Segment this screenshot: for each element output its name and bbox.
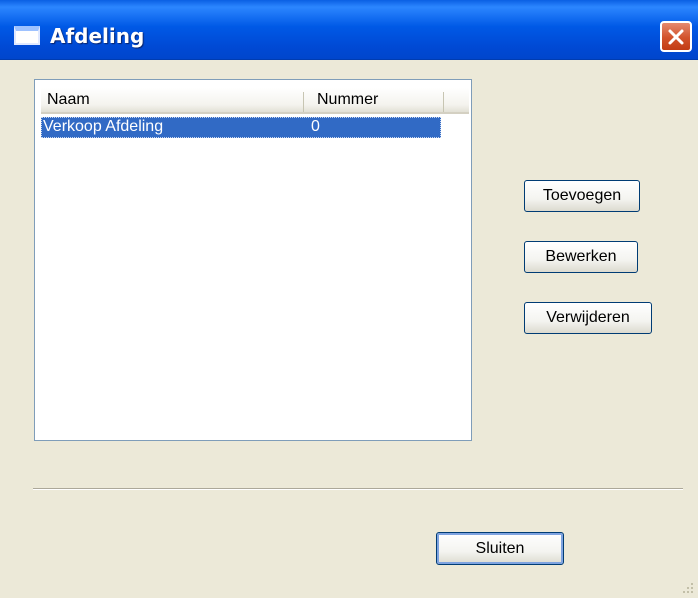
window-icon — [14, 26, 40, 45]
column-divider[interactable] — [303, 92, 304, 112]
close-button[interactable]: Sluiten — [436, 532, 564, 565]
cell-naam: Verkoop Afdeling — [43, 118, 164, 135]
department-list[interactable]: Naam Nummer Verkoop Afdeling 0 — [34, 79, 472, 441]
column-divider[interactable] — [443, 92, 444, 112]
column-header-nummer[interactable]: Nummer — [317, 91, 378, 109]
list-header: Naam Nummer — [41, 88, 469, 114]
delete-button[interactable]: Verwijderen — [524, 302, 652, 334]
list-row[interactable]: Verkoop Afdeling 0 — [41, 117, 441, 138]
window-title: Afdeling — [50, 24, 145, 48]
separator — [33, 488, 683, 490]
add-button[interactable]: Toevoegen — [524, 180, 640, 212]
edit-button[interactable]: Bewerken — [524, 241, 638, 273]
cell-nummer: 0 — [311, 118, 320, 135]
resize-grip-icon[interactable] — [680, 580, 694, 594]
column-header-naam[interactable]: Naam — [47, 91, 90, 109]
title-bar[interactable]: Afdeling — [0, 0, 698, 60]
close-window-button[interactable] — [660, 21, 692, 52]
close-icon — [668, 29, 684, 45]
